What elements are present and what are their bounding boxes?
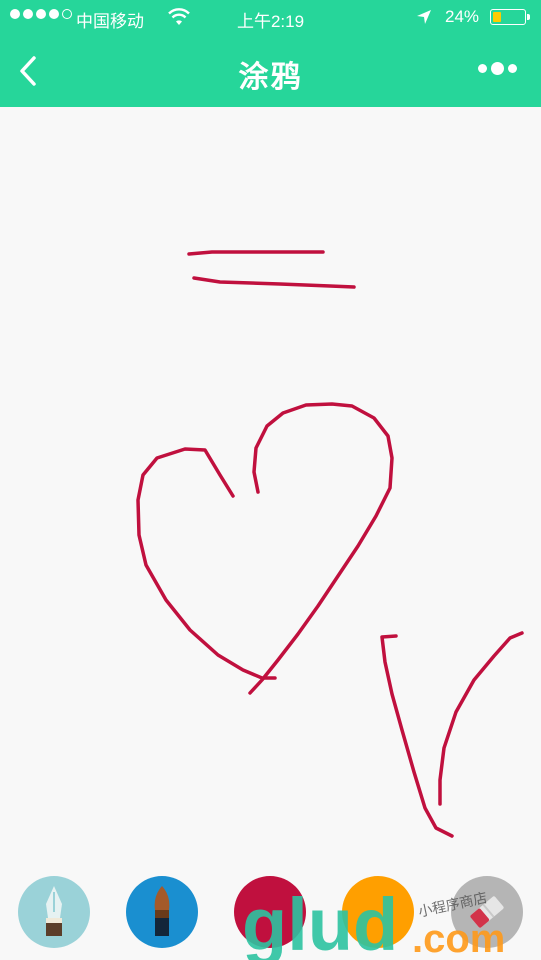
stroke-line-bottom xyxy=(192,276,356,289)
top-bar: 中国移动 上午2:19 24% 涂鸦 xyxy=(0,0,541,107)
navigation-bar: 涂鸦 xyxy=(0,34,541,107)
stroke-v-left xyxy=(380,634,454,838)
pen-tool-button[interactable] xyxy=(18,876,90,948)
battery-percent: 24% xyxy=(445,7,480,26)
more-dots-icon xyxy=(478,64,487,73)
stroke-heart-right xyxy=(248,402,394,695)
red-color-button[interactable] xyxy=(234,876,306,948)
orange-color-button[interactable] xyxy=(342,876,414,948)
stroke-heart-left xyxy=(136,447,277,680)
battery-icon xyxy=(490,9,530,25)
location-arrow-icon xyxy=(416,9,432,30)
eraser-icon xyxy=(470,896,504,928)
stroke-v-right xyxy=(438,631,524,806)
eraser-tool-button[interactable] xyxy=(451,876,523,948)
stroke-line-top xyxy=(187,250,325,256)
brush-icon xyxy=(154,886,170,936)
brush-tool-button[interactable] xyxy=(126,876,198,948)
pen-icon xyxy=(46,886,62,936)
drawing-canvas[interactable] xyxy=(0,107,541,960)
status-bar: 中国移动 上午2:19 24% xyxy=(0,0,541,34)
more-button[interactable] xyxy=(478,62,517,75)
page-title: 涂鸦 xyxy=(238,61,303,94)
